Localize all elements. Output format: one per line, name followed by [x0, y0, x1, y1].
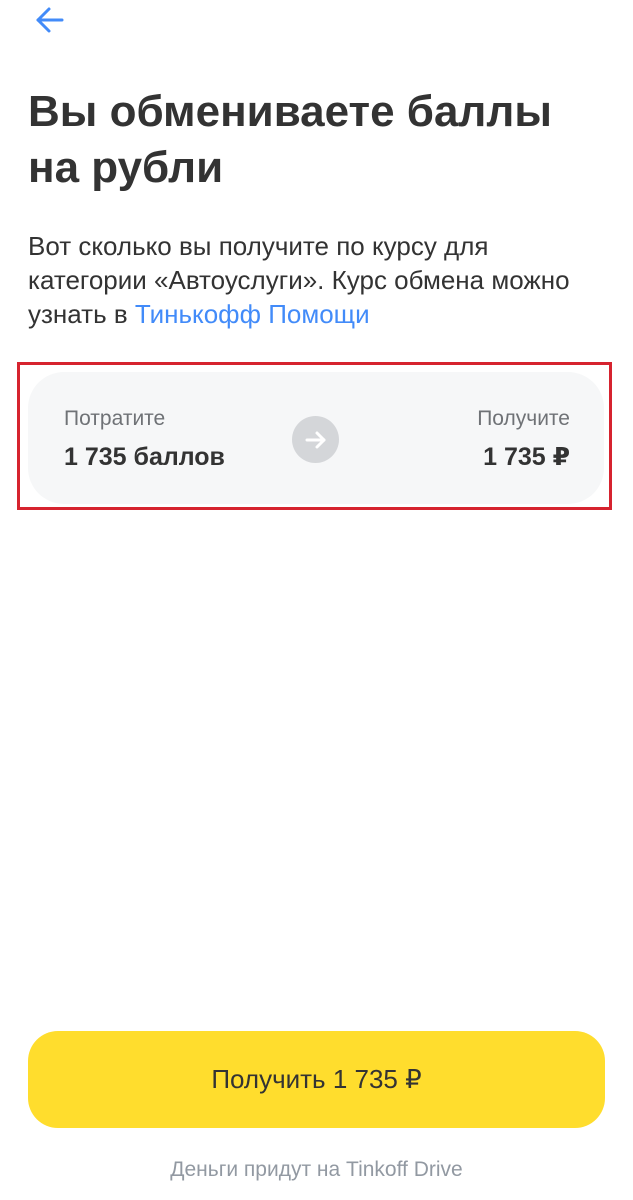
- help-link[interactable]: Тинькофф Помощи: [135, 299, 370, 329]
- get-money-button[interactable]: Получить 1 735 ₽: [28, 1031, 605, 1128]
- page-title: Вы обмениваете баллы на рубли: [28, 87, 552, 192]
- page-description: Вот сколько вы получите по курсу для кат…: [28, 229, 608, 331]
- back-button[interactable]: [26, 0, 72, 40]
- highlight-frame: [17, 362, 612, 510]
- footer-note: Деньги придут на Tinkoff Drive: [170, 1158, 463, 1181]
- arrow-left-icon: [36, 7, 64, 33]
- exchange-points-screen: Вы обмениваете баллы на рубли Вот скольк…: [0, 0, 633, 1200]
